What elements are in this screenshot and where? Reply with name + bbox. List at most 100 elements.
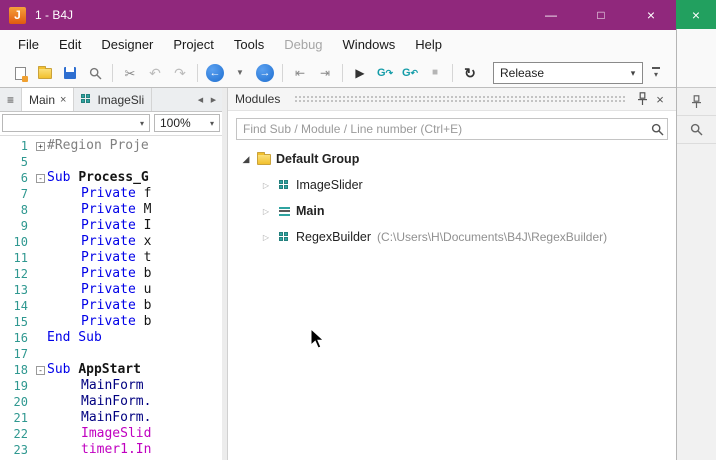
save-icon [64,67,76,79]
back-icon: ← [206,64,224,82]
build-configuration-combo[interactable]: Release ▾ [493,62,643,84]
menu-item-project[interactable]: Project [163,31,223,58]
fold-toggle[interactable]: - [34,170,47,186]
code-line[interactable]: 7 Private f [0,186,222,202]
code-line[interactable]: 13 Private u [0,282,222,298]
tree-item-label: Main [296,204,325,218]
menu-item-file[interactable]: File [8,31,49,58]
tab-main[interactable]: Main × [22,88,75,111]
code-line[interactable]: 5 [0,154,222,170]
code-line[interactable]: 14 Private b [0,298,222,314]
code-text: timer1.In [81,442,152,457]
code-line[interactable]: 21 MainForm. [0,410,222,426]
tab-scroll-left-button[interactable]: ◀ [194,96,207,104]
code-line[interactable]: 23 timer1.In [0,442,222,458]
menu-item-help[interactable]: Help [405,31,452,58]
code-line[interactable]: 17 [0,346,222,362]
save-button[interactable] [58,61,82,85]
menu-item-tools[interactable]: Tools [224,31,274,58]
modules-tree: ◢ Default Group ▷ ImageSlider ▷ Main ▷ RegexBui… [228,146,676,250]
code-line[interactable]: 16 End Sub [0,330,222,346]
outdent-button[interactable]: ⇤ [288,61,312,85]
close-button[interactable]: × [626,0,676,30]
chevron-down-icon: ▾ [630,67,636,78]
module-icon [274,179,294,191]
stop-icon: ■ [431,67,439,78]
code-line[interactable]: 12 Private b [0,266,222,282]
tree-item-imageslider[interactable]: ▷ ImageSlider [228,172,676,198]
code-line[interactable]: 22 ImageSlid [0,426,222,442]
window-title: 1 - B4J [35,8,74,22]
expand-arrow-icon[interactable]: ▷ [258,233,274,242]
redo-button: ↷ [168,61,192,85]
navigate-back-button[interactable]: ← [203,61,227,85]
toolbar-overflow-button[interactable]: ▾ [648,67,664,79]
module-selector-combo[interactable]: ▾ [2,114,150,132]
find-in-files-button[interactable] [83,61,107,85]
background-search-button[interactable] [677,116,716,144]
fold-margin [34,202,47,218]
run-button[interactable]: ▶ [348,61,372,85]
panel-drag-grip[interactable] [294,95,627,103]
dropdown-icon: ▼ [236,68,244,77]
jump-next-sub-button[interactable]: G↶ [398,61,422,85]
code-line[interactable]: 8 Private M [0,202,222,218]
tab-scroll-right-button[interactable]: ▶ [207,96,220,104]
code-line[interactable]: 9 Private I [0,218,222,234]
tree-item-main[interactable]: ▷ Main [228,198,676,224]
module-icon [81,94,92,105]
tree-item-regexbuilder[interactable]: ▷ RegexBuilder (C:\Users\H\Documents\B4J\R… [228,224,676,250]
pin-icon [692,94,701,108]
new-button[interactable] [8,61,32,85]
menu-item-edit[interactable]: Edit [49,31,91,58]
collapse-arrow-icon[interactable]: ◢ [238,154,254,165]
module-icon [274,231,294,243]
fold-margin [34,394,47,410]
line-number: 10 [13,235,28,249]
code-line[interactable]: 15 Private b [0,314,222,330]
navigate-forward-button[interactable]: → [253,61,277,85]
toolbar-separator [342,64,343,82]
fold-toggle[interactable]: - [34,362,47,378]
rebuild-button[interactable]: ↻ [458,61,482,85]
menu-item-windows[interactable]: Windows [333,31,406,58]
tree-item-default-group[interactable]: ◢ Default Group [228,146,676,172]
back-history-dropdown[interactable]: ▼ [228,61,252,85]
background-window-close-button[interactable]: × [676,0,716,29]
pin-button[interactable] [633,92,651,106]
titlebar: J 1 - B4J — □ × [0,0,676,30]
indent-button[interactable]: ⇥ [313,61,337,85]
run-icon: ▶ [355,66,365,80]
panel-close-button[interactable]: × [651,92,669,107]
code-editor[interactable]: 1 + #Region Proje 5 6- Sub Process_G 7 Private … [0,136,222,460]
module-search-input[interactable] [237,122,647,136]
tree-item-label: RegexBuilder [296,230,372,244]
search-icon [690,123,703,136]
tab-imagesli[interactable]: ImageSli [74,88,153,111]
fold-toggle[interactable]: + [34,138,47,154]
code-line[interactable]: 6- Sub Process_G [0,170,222,186]
code-line[interactable]: 10 Private x [0,234,222,250]
expand-arrow-icon[interactable]: ▷ [258,181,274,190]
tab-list-button[interactable]: ≡ [0,88,22,111]
code-line[interactable]: 11 Private t [0,250,222,266]
main-icon [274,206,294,217]
maximize-button[interactable]: □ [576,0,626,30]
code-line[interactable]: 18- Sub AppStart [0,362,222,378]
jump-previous-sub-button[interactable]: G↷ [373,61,397,85]
open-button[interactable] [33,61,57,85]
chevron-down-icon: ▾ [209,118,214,128]
zoom-combo[interactable]: 100% ▾ [154,114,220,132]
expand-arrow-icon[interactable]: ▷ [258,207,274,216]
cut-button[interactable]: ✂ [118,61,142,85]
code-line[interactable]: 20 MainForm. [0,394,222,410]
search-icon[interactable] [647,123,667,136]
menu-item-designer[interactable]: Designer [91,31,163,58]
code-line[interactable]: 19 MainForm [0,378,222,394]
tab-close-icon[interactable]: × [60,94,66,106]
background-pin-button[interactable] [677,88,716,116]
stop-button: ■ [423,61,447,85]
code-line[interactable]: 1 + #Region Proje [0,138,222,154]
minimize-button[interactable]: — [526,0,576,30]
